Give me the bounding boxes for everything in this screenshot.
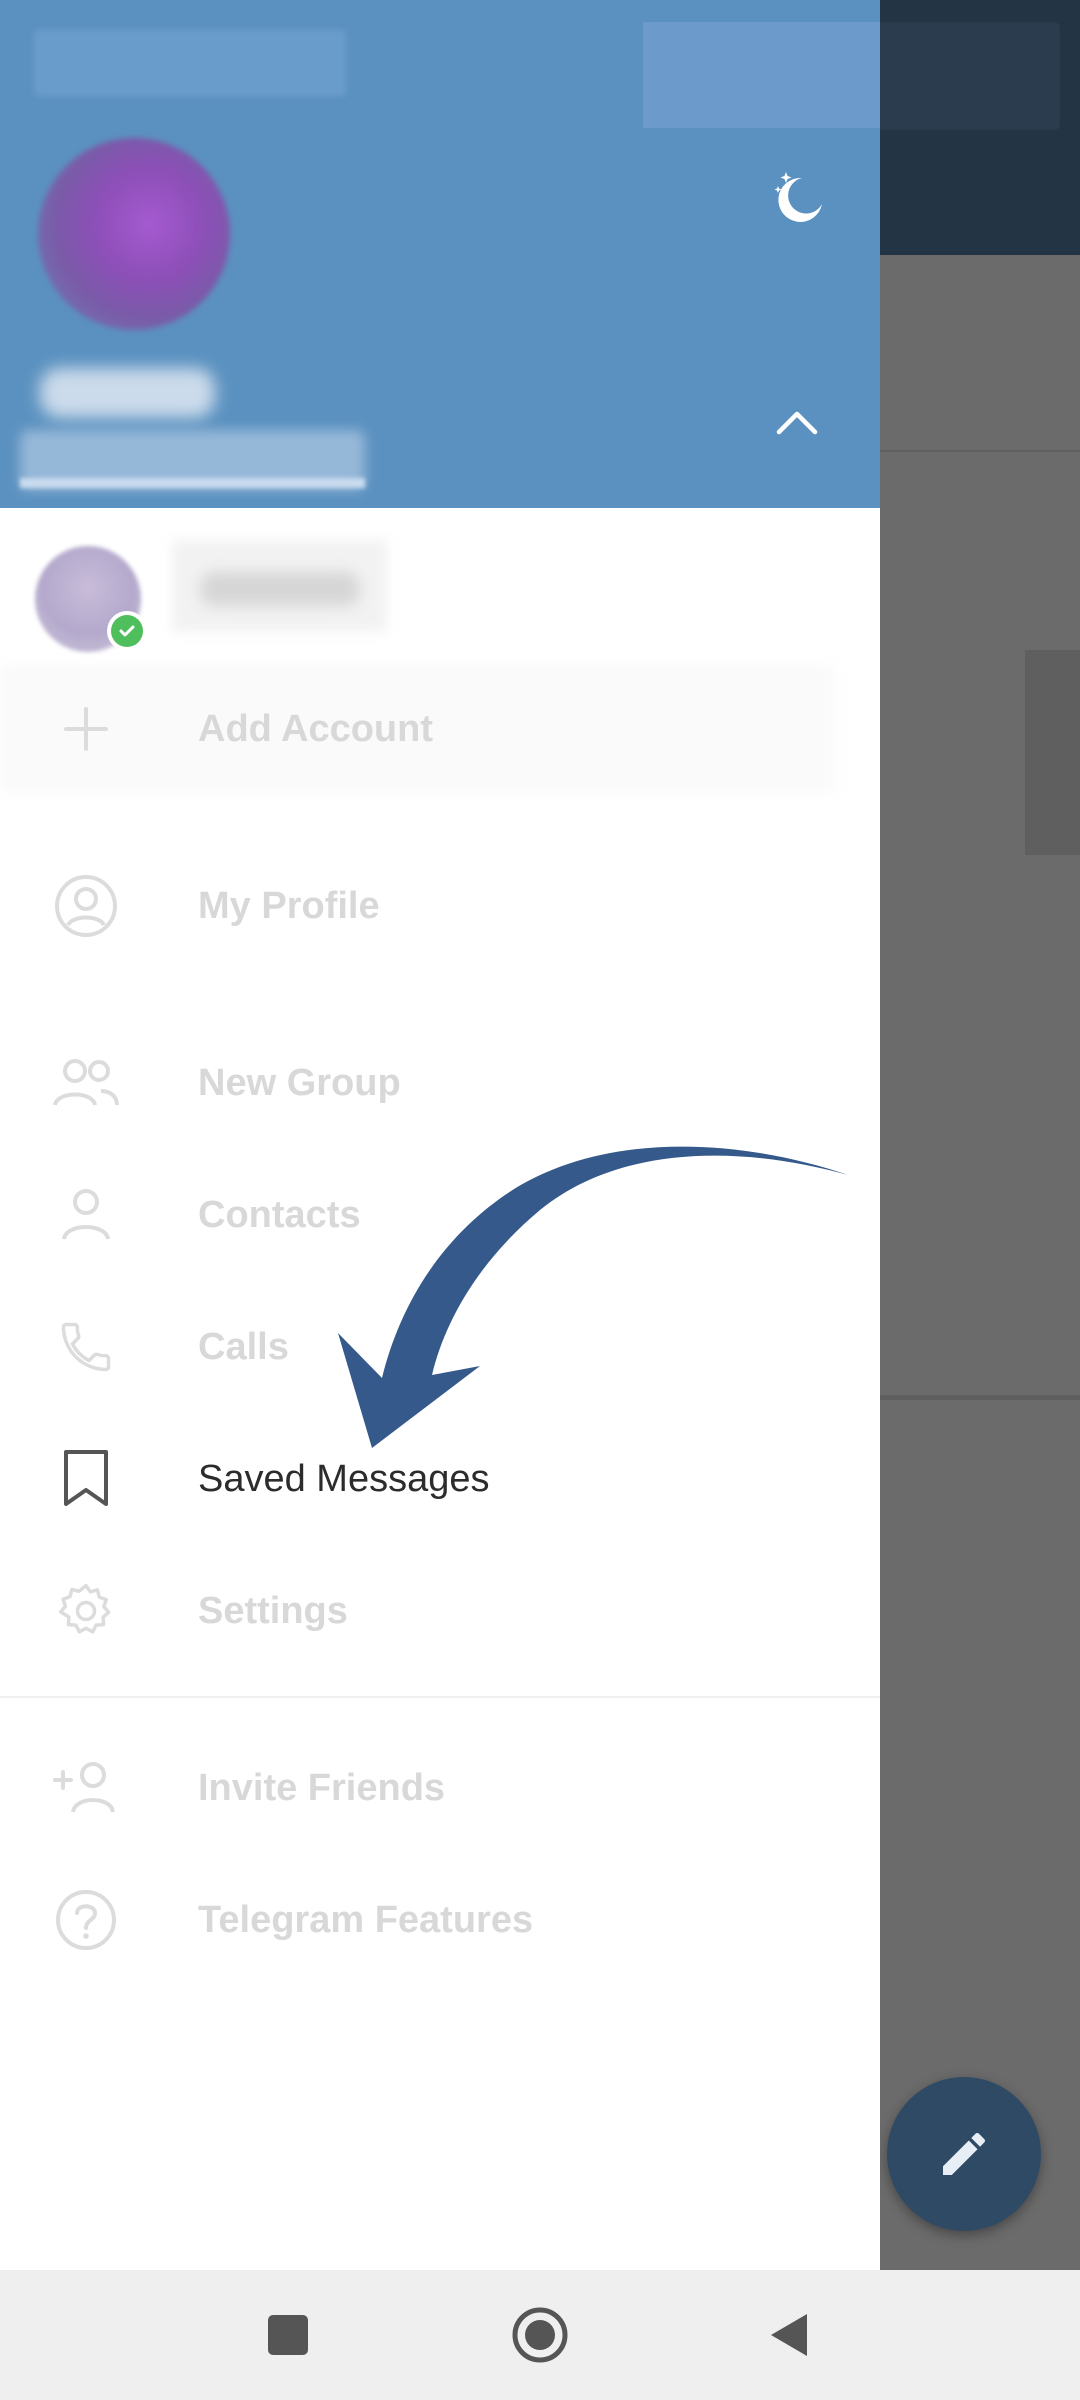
chevron-up-icon [776,411,818,435]
chat-preview-blur [1025,650,1080,855]
menu-item-label: My Profile [198,884,380,927]
moon-icon [774,172,822,222]
menu-item-label: Invite Friends [198,1766,446,1809]
drawer-header [0,0,880,508]
list-divider [880,450,1080,452]
bookmark-icon [51,1444,121,1514]
system-navigation-bar [0,2270,1080,2400]
home-icon [512,2307,568,2363]
profile-name-blurred [40,368,215,418]
header-blurred-block [643,22,880,128]
navigation-drawer: Add Account My Profile New Group Contact… [0,0,880,2270]
menu-item-label: Calls [198,1325,289,1368]
back-icon [771,2314,807,2356]
profile-phone-underline [20,478,365,488]
question-circle-icon [51,1885,121,1955]
header-blurred-status [34,30,346,96]
compose-button[interactable] [887,2077,1041,2231]
menu-item-label: Saved Messages [198,1457,490,1500]
back-button[interactable] [755,2300,825,2370]
phone-icon [51,1312,121,1382]
menu-item-my-profile[interactable]: My Profile [0,840,880,972]
highlight-arrow [338,1146,848,1448]
night-mode-toggle[interactable] [764,164,830,230]
profile-circle-icon [51,871,121,941]
menu-item-label: New Group [198,1061,401,1104]
menu-item-add-account[interactable]: Add Account [0,663,880,795]
home-button[interactable] [505,2300,575,2370]
person-icon [51,1180,121,1250]
menu-item-settings[interactable]: Settings [0,1545,880,1677]
accounts-collapse-button[interactable] [773,400,821,448]
plus-icon [51,694,121,764]
menu-item-label: Add Account [198,707,434,750]
profile-avatar[interactable] [38,138,230,330]
menu-item-label: Telegram Features [198,1898,534,1941]
pencil-icon [943,2132,986,2175]
gear-icon [51,1576,121,1646]
menu-item-invite-friends[interactable]: Invite Friends [0,1722,880,1854]
account-name-text-blurred [200,572,360,606]
check-icon [119,625,135,637]
menu-item-telegram-features[interactable]: Telegram Features [0,1854,880,1986]
active-account-badge [107,611,147,651]
add-person-icon [51,1753,121,1823]
recents-icon [268,2315,308,2355]
list-divider [880,1395,1080,1400]
menu-divider [0,1696,880,1698]
group-icon [51,1048,121,1118]
menu-item-label: Settings [198,1589,348,1632]
recents-button[interactable] [253,2300,323,2370]
